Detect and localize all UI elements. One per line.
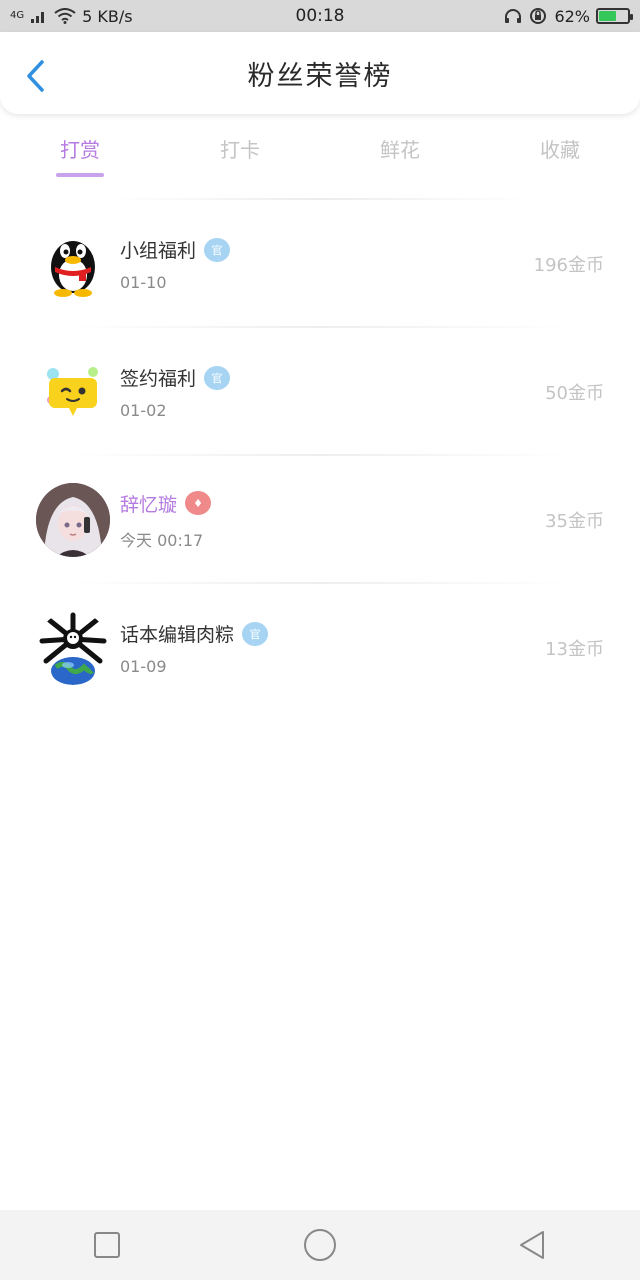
recents-button[interactable] [77,1215,137,1275]
back-nav-button[interactable] [503,1215,563,1275]
network-speed: 5 KB/s [82,6,133,26]
list-item[interactable]: 话本编辑肉粽 官 01-09 13金币 [0,584,640,712]
tab-checkin[interactable]: 打卡 [160,124,320,184]
header: 粉丝荣誉榜 [0,32,640,114]
fan-date: 01-09 [120,657,167,676]
fan-name: 辞忆璇 [120,493,178,516]
chevron-left-icon [27,60,44,92]
penguin-avatar[interactable] [36,227,110,301]
fan-name: 小组福利 [120,240,197,262]
tab-label: 收藏 [540,138,580,162]
home-circle-icon [303,1229,336,1261]
battery-level [599,11,617,21]
fan-date: 今天 00:17 [120,530,204,550]
official-badge: 官 [242,621,269,646]
fan-list: 小组福利 官 01-10 196金币 签约福利 官 01-02 50金币 辞忆璇… [0,200,640,712]
tab-label: 打赏 [60,138,100,162]
fan-info: 辞忆璇 ♦ 今天 00:17 [120,490,212,551]
wifi-icon [54,8,76,24]
battery-icon [596,8,633,24]
anime-girl-avatar[interactable] [36,483,110,557]
wink-emoji-avatar[interactable] [36,355,110,429]
coin-amount: 13金币 [545,639,604,660]
earth-character-avatar[interactable] [36,611,110,685]
fan-info: 小组福利 官 01-10 [120,236,231,292]
fan-name: 话本编辑肉粽 [120,624,235,646]
tab-flowers[interactable]: 鲜花 [320,124,480,184]
back-triangle-icon [520,1231,545,1259]
coin-amount: 35金币 [545,511,604,532]
list-item[interactable]: 辞忆璇 ♦ 今天 00:17 35金币 [0,456,640,584]
network-type: 4G [10,10,25,21]
vip-diamond-badge: ♦ [185,491,212,515]
battery-percent: 62% [554,6,590,26]
recents-square-icon [93,1232,120,1258]
tab-label: 打卡 [220,138,260,162]
alarm-icon [530,8,547,24]
tab-label: 鲜花 [380,138,420,162]
list-item[interactable]: 签约福利 官 01-02 50金币 [0,328,640,456]
system-nav-bar [0,1210,640,1280]
page-title: 粉丝荣誉榜 [247,60,393,92]
fan-date: 01-02 [120,401,167,420]
tab-active-indicator [56,173,104,177]
signal-icon [31,12,45,23]
tab-bar: 打赏 打卡 鲜花 收藏 [0,124,640,184]
coin-amount: 196金币 [533,255,604,276]
status-bar: 4G 5 KB/s 00:18 62% [0,0,640,32]
list-item[interactable]: 小组福利 官 01-10 196金币 [0,200,640,328]
tab-reward[interactable]: 打赏 [0,124,160,184]
coin-amount: 50金币 [545,383,604,404]
tab-favorites[interactable]: 收藏 [480,124,640,184]
fan-date: 01-10 [120,273,167,292]
status-right: 62% [504,6,633,26]
official-badge: 官 [204,365,231,390]
fan-name: 签约福利 [120,368,197,390]
fan-info: 签约福利 官 01-02 [120,364,231,420]
headphones-icon [505,9,522,23]
back-button[interactable] [20,59,50,93]
status-left: 4G 5 KB/s [10,7,133,26]
home-button[interactable] [290,1215,350,1275]
fan-info: 话本编辑肉粽 官 01-09 [120,620,269,676]
official-badge: 官 [204,237,231,262]
